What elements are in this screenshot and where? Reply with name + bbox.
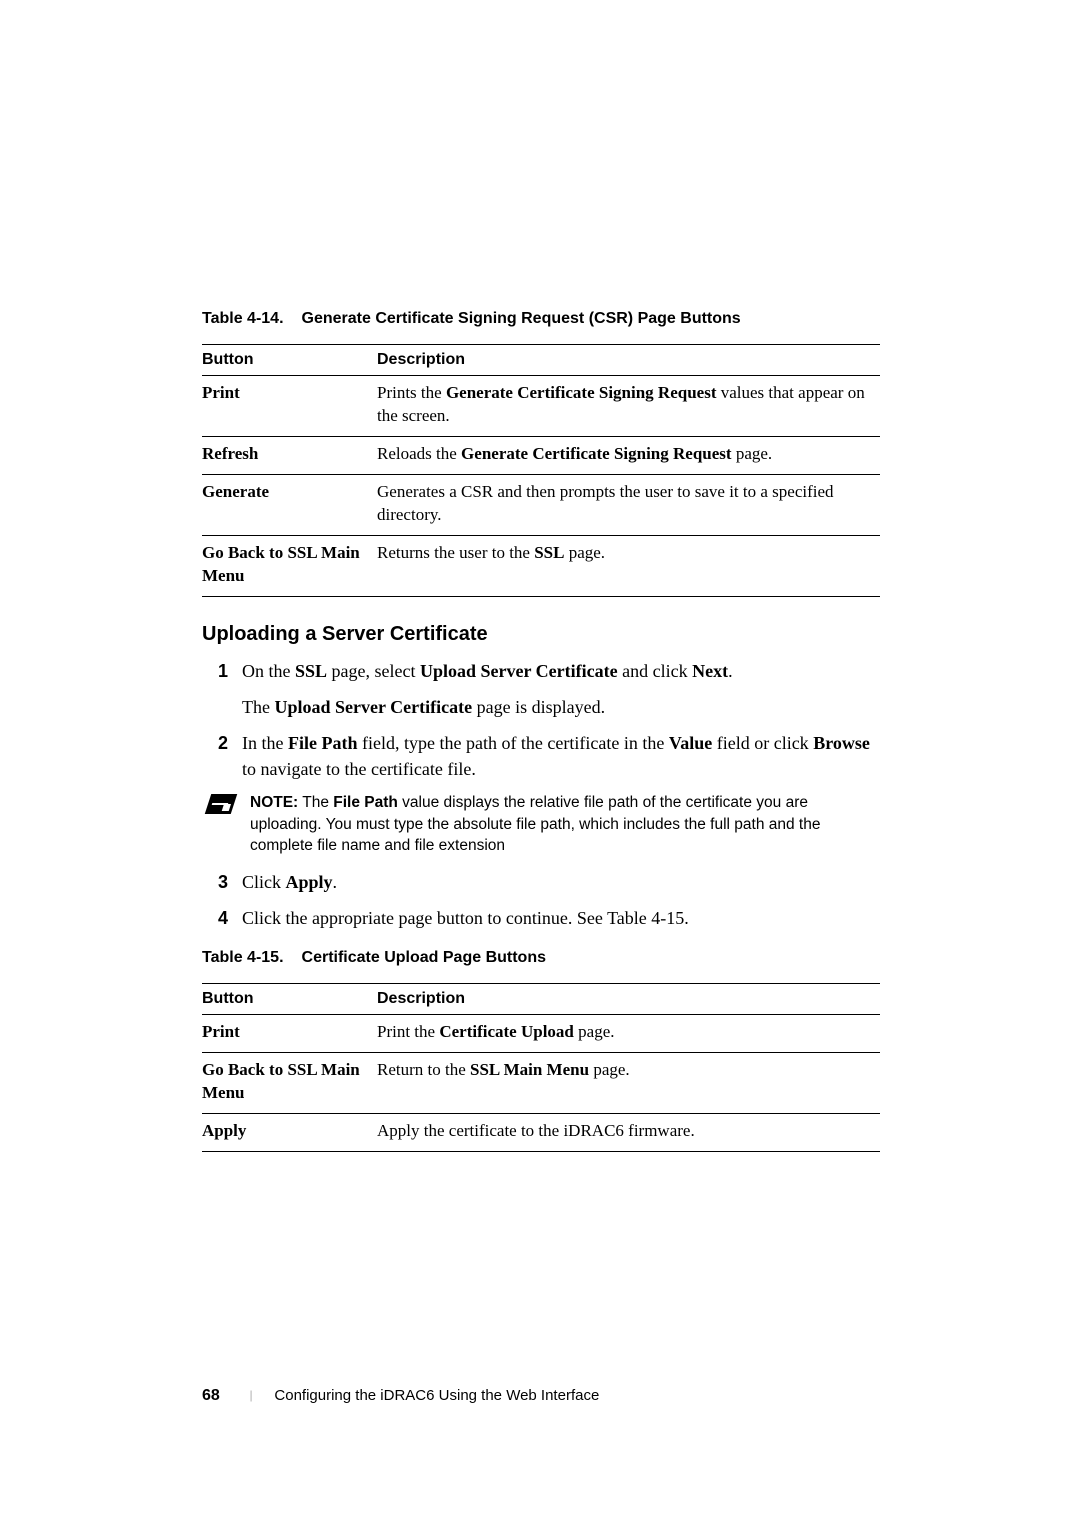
table-415-title: Certificate Upload Page Buttons bbox=[302, 949, 546, 966]
table-414-header-description: Description bbox=[377, 345, 880, 376]
table-row: Print Print the Certificate Upload page. bbox=[202, 1015, 880, 1053]
page-footer: 68 | Configuring the iDRAC6 Using the We… bbox=[202, 1387, 599, 1405]
page-number: 68 bbox=[202, 1387, 220, 1404]
table-414-num: Table 4-14. bbox=[202, 310, 284, 327]
note-block: NOTE: The File Path value displays the r… bbox=[202, 792, 880, 857]
table-415: Button Description Print Print the Certi… bbox=[202, 983, 880, 1152]
cell-print2-desc: Print the Certificate Upload page. bbox=[377, 1015, 880, 1053]
cell-apply: Apply bbox=[202, 1114, 377, 1152]
steps-list: 1 On the SSL page, select Upload Server … bbox=[202, 658, 880, 782]
list-item: 1 On the SSL page, select Upload Server … bbox=[202, 658, 880, 720]
note-icon bbox=[205, 794, 237, 814]
step-text: On the SSL page, select Upload Server Ce… bbox=[242, 658, 880, 720]
list-item: 2 In the File Path field, type the path … bbox=[202, 730, 880, 782]
footer-separator: | bbox=[250, 1387, 253, 1402]
step-text: In the File Path field, type the path of… bbox=[242, 730, 880, 782]
table-row: Generate Generates a CSR and then prompt… bbox=[202, 474, 880, 535]
table-414: Button Description Print Prints the Gene… bbox=[202, 344, 880, 597]
cell-apply-desc: Apply the certificate to the iDRAC6 firm… bbox=[377, 1114, 880, 1152]
cell-goback2-desc: Return to the SSL Main Menu page. bbox=[377, 1053, 880, 1114]
step-number: 2 bbox=[202, 730, 242, 782]
cell-print-desc: Prints the Generate Certificate Signing … bbox=[377, 376, 880, 437]
cell-goback2: Go Back to SSL Main Menu bbox=[202, 1053, 377, 1114]
cell-generate-desc: Generates a CSR and then prompts the use… bbox=[377, 474, 880, 535]
table-414-title: Generate Certificate Signing Request (CS… bbox=[302, 310, 741, 327]
list-item: 3 Click Apply. bbox=[202, 869, 880, 895]
cell-print2: Print bbox=[202, 1015, 377, 1053]
document-page: Table 4-14. Generate Certificate Signing … bbox=[0, 0, 1080, 1152]
table-415-num: Table 4-15. bbox=[202, 949, 284, 966]
steps-list-cont: 3 Click Apply. 4 Click the appropriate p… bbox=[202, 869, 880, 931]
table-414-caption: Table 4-14. Generate Certificate Signing … bbox=[202, 310, 880, 328]
table-row: Go Back to SSL Main Menu Returns the use… bbox=[202, 535, 880, 596]
table-row: Go Back to SSL Main Menu Return to the S… bbox=[202, 1053, 880, 1114]
note-text: NOTE: The File Path value displays the r… bbox=[246, 792, 880, 857]
table-415-caption: Table 4-15. Certificate Upload Page Butto… bbox=[202, 949, 880, 967]
table-415-header-description: Description bbox=[377, 984, 880, 1015]
cell-refresh-desc: Reloads the Generate Certificate Signing… bbox=[377, 436, 880, 474]
cell-goback-desc: Returns the user to the SSL page. bbox=[377, 535, 880, 596]
step-text: Click Apply. bbox=[242, 869, 880, 895]
step-number: 3 bbox=[202, 869, 242, 895]
list-item: 4 Click the appropriate page button to c… bbox=[202, 905, 880, 931]
table-414-header-button: Button bbox=[202, 345, 377, 376]
table-row: Refresh Reloads the Generate Certificate… bbox=[202, 436, 880, 474]
cell-generate: Generate bbox=[202, 474, 377, 535]
cell-goback: Go Back to SSL Main Menu bbox=[202, 535, 377, 596]
table-415-header-button: Button bbox=[202, 984, 377, 1015]
step-subtext: The Upload Server Certificate page is di… bbox=[242, 694, 880, 720]
step-number: 4 bbox=[202, 905, 242, 931]
cell-refresh: Refresh bbox=[202, 436, 377, 474]
section-heading-uploading: Uploading a Server Certificate bbox=[202, 623, 880, 646]
chapter-title: Configuring the iDRAC6 Using the Web Int… bbox=[274, 1387, 599, 1404]
step-number: 1 bbox=[202, 658, 242, 720]
table-row: Apply Apply the certificate to the iDRAC… bbox=[202, 1114, 880, 1152]
table-row: Print Prints the Generate Certificate Si… bbox=[202, 376, 880, 437]
step-text: Click the appropriate page button to con… bbox=[242, 905, 880, 931]
cell-print: Print bbox=[202, 376, 377, 437]
